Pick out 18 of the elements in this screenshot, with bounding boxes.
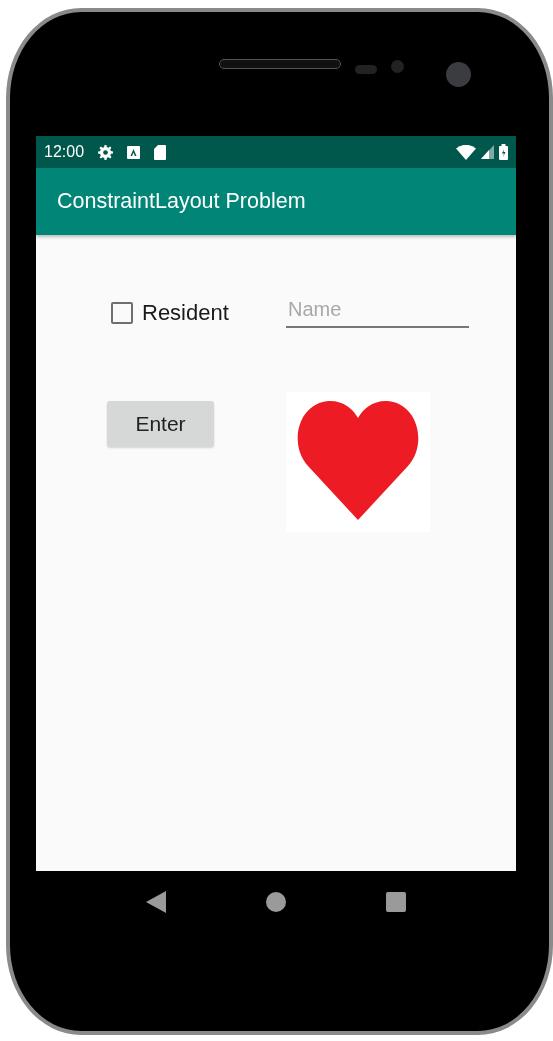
status-time: 12:00 bbox=[44, 143, 85, 161]
checkbox[interactable] bbox=[111, 302, 133, 324]
battery-icon bbox=[499, 144, 508, 160]
light-sensor bbox=[391, 60, 404, 73]
back-icon[interactable] bbox=[146, 891, 166, 913]
home-icon[interactable] bbox=[266, 892, 286, 912]
checkbox-label[interactable]: Resident bbox=[142, 300, 229, 326]
settings-icon bbox=[98, 144, 114, 160]
name-field[interactable]: Name bbox=[286, 298, 469, 328]
sd-card-icon bbox=[154, 144, 167, 160]
proximity-sensor bbox=[355, 65, 377, 74]
app-title: ConstraintLayout Problem bbox=[57, 189, 306, 214]
front-camera bbox=[446, 62, 471, 87]
enter-button[interactable]: Enter bbox=[107, 401, 214, 447]
heart-icon bbox=[297, 401, 419, 520]
signal-icon bbox=[481, 145, 494, 159]
notification-icon bbox=[127, 145, 141, 159]
wifi-icon bbox=[456, 144, 476, 160]
